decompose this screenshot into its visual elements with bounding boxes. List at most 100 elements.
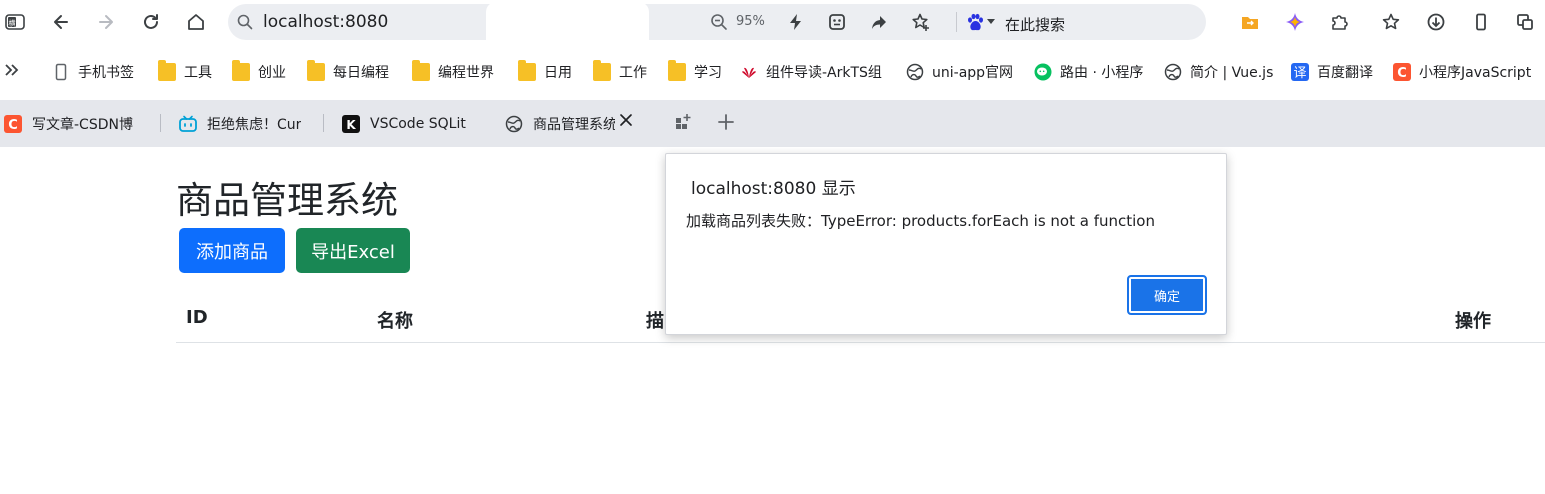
tab-divider: [160, 114, 161, 132]
share-icon[interactable]: [869, 12, 889, 32]
bookmark-folder-daily-coding[interactable]: 每日编程: [307, 60, 389, 84]
wechat-icon: [1034, 63, 1052, 81]
huawei-icon: [742, 67, 756, 78]
bookmark-folder-tools[interactable]: 工具: [158, 60, 212, 84]
column-header-id: ID: [186, 307, 208, 328]
bookmark-folder-coding-world[interactable]: 编程世界: [412, 60, 494, 84]
bookmark-label: 组件导读-ArkTS组: [766, 65, 882, 81]
bookmarks-bar: 手机书签 工具 创业 每日编程 编程世界 日用 工作 学习 组件导读-ArkTS…: [0, 56, 1545, 88]
svg-text:译: 译: [1293, 66, 1306, 81]
tab-groups-icon[interactable]: [674, 113, 692, 131]
bookmark-label: 百度翻译: [1317, 65, 1373, 81]
bookmark-miniprogram-js[interactable]: C 小程序JavaScript: [1393, 60, 1545, 84]
bookmark-baidu-translate[interactable]: 译 百度翻译: [1291, 60, 1373, 84]
bookmark-folder-startup[interactable]: 创业: [232, 60, 286, 84]
folder-icon: [158, 60, 176, 81]
bilibili-icon: [179, 115, 197, 132]
bookmark-folder-daily-use[interactable]: 日用: [518, 60, 572, 84]
ai-sparkle-icon[interactable]: [1280, 7, 1310, 37]
lightning-icon[interactable]: [786, 12, 806, 32]
bookmark-vue[interactable]: 简介 | Vue.js: [1164, 60, 1273, 84]
bookmark-label: 工作: [619, 65, 647, 81]
folder-icon: [412, 60, 430, 81]
url-text[interactable]: localhost:8080: [263, 12, 388, 32]
bookmark-label: 创业: [258, 65, 286, 81]
chevron-down-icon[interactable]: [987, 19, 995, 24]
bookmark-label: 路由 · 小程序: [1060, 65, 1144, 81]
svg-text:C: C: [1397, 66, 1407, 81]
column-header-description: 描: [646, 311, 664, 332]
bookmark-label: 每日编程: [333, 65, 389, 81]
svg-text:C: C: [8, 118, 18, 133]
bookmark-label: 小程序JavaScript: [1419, 65, 1532, 81]
extensions-puzzle-icon[interactable]: [1324, 7, 1354, 37]
column-header-actions: 操作: [1455, 311, 1491, 332]
alert-dialog: localhost:8080 显示 加载商品列表失败：TypeError: pr…: [665, 153, 1227, 335]
tab-vscode-sqlite[interactable]: K VSCode SQLit: [342, 100, 470, 147]
csdn-icon: C: [1393, 63, 1411, 81]
sync-icon[interactable]: [1235, 7, 1265, 37]
bookmark-arkts[interactable]: 组件导读-ArkTS组: [740, 60, 890, 84]
bookmark-uniapp[interactable]: uni-app官网: [906, 60, 1013, 84]
translate-icon: 译: [1291, 63, 1309, 81]
tab-csdn[interactable]: C 写文章-CSDN博: [4, 100, 140, 147]
bookmark-label: uni-app官网: [932, 65, 1014, 81]
zoom-level[interactable]: 95%: [736, 14, 765, 29]
sidebar-toggle-icon[interactable]: 横: [0, 7, 30, 37]
folder-icon: [668, 60, 686, 81]
search-icon: [237, 14, 253, 30]
bookmark-label: 日用: [544, 65, 572, 81]
globe-icon: [906, 63, 924, 81]
tab-active-content[interactable]: 商品管理系统: [505, 100, 615, 147]
search-box-placeholder[interactable]: 在此搜索: [1005, 14, 1065, 35]
tab-label: VSCode SQLit: [370, 115, 466, 132]
baidu-paw-icon[interactable]: [965, 12, 985, 32]
page-title: 商品管理系统: [176, 179, 398, 222]
home-button[interactable]: [181, 7, 211, 37]
column-header-name: 名称: [377, 311, 413, 332]
tab-active-product-management[interactable]: [486, 2, 649, 47]
export-excel-button[interactable]: 导出Excel: [296, 228, 410, 273]
tab-bilibili[interactable]: 拒绝焦虑！Cur: [179, 100, 307, 147]
double-chevron-icon[interactable]: [4, 61, 20, 79]
add-product-button[interactable]: 添加商品: [179, 228, 285, 273]
folder-icon: [307, 60, 325, 81]
download-icon[interactable]: [1421, 7, 1451, 37]
forward-button[interactable]: [91, 7, 121, 37]
mobile-icon[interactable]: [1466, 7, 1496, 37]
close-tab-icon[interactable]: [619, 113, 633, 127]
divider: [956, 12, 957, 32]
phone-icon: [55, 63, 67, 81]
bookmark-route-miniprogram[interactable]: 路由 · 小程序: [1034, 60, 1143, 84]
tab-label: 商品管理系统: [533, 116, 615, 133]
zoom-out-icon[interactable]: [710, 13, 728, 31]
dialog-message: 加载商品列表失败：TypeError: products.forEach is …: [686, 212, 1155, 230]
reader-mode-icon[interactable]: [827, 12, 847, 32]
back-button[interactable]: [46, 7, 76, 37]
folder-icon: [518, 60, 536, 81]
favorites-star-icon[interactable]: [1376, 7, 1406, 37]
bookmark-label: 学习: [694, 65, 722, 81]
dialog-title: localhost:8080 显示: [691, 179, 856, 199]
csdn-icon: C: [4, 114, 22, 133]
tab-strip: C 写文章-CSDN博 拒绝焦虑！Cur K VSCode SQLit: [0, 100, 1545, 147]
bookmark-folder-work[interactable]: 工作: [593, 60, 647, 84]
tab-search-icon[interactable]: [1510, 7, 1540, 37]
reload-button[interactable]: [136, 7, 166, 37]
svg-text:横: 横: [9, 19, 16, 28]
globe-icon: [1164, 63, 1182, 81]
bookmark-label: 简介 | Vue.js: [1190, 65, 1274, 81]
new-tab-plus-icon[interactable]: [717, 113, 735, 131]
bookmark-mobile[interactable]: 手机书签: [52, 60, 134, 84]
address-bar[interactable]: localhost:8080 95% 在此搜索: [228, 4, 1206, 40]
bookmark-folder-study[interactable]: 学习: [668, 60, 722, 84]
add-bookmark-star-icon[interactable]: [911, 12, 931, 32]
svg-text:K: K: [346, 118, 356, 132]
ok-button[interactable]: 确定: [1127, 275, 1207, 315]
tab-divider: [323, 114, 324, 132]
tab-label: 拒绝焦虑！Cur: [207, 116, 302, 133]
bookmark-label: 编程世界: [438, 65, 494, 81]
folder-icon: [232, 60, 250, 81]
globe-icon: [505, 115, 523, 132]
browser-toolbar: 横 localhost:8080 95% 在此搜索: [0, 0, 1545, 44]
